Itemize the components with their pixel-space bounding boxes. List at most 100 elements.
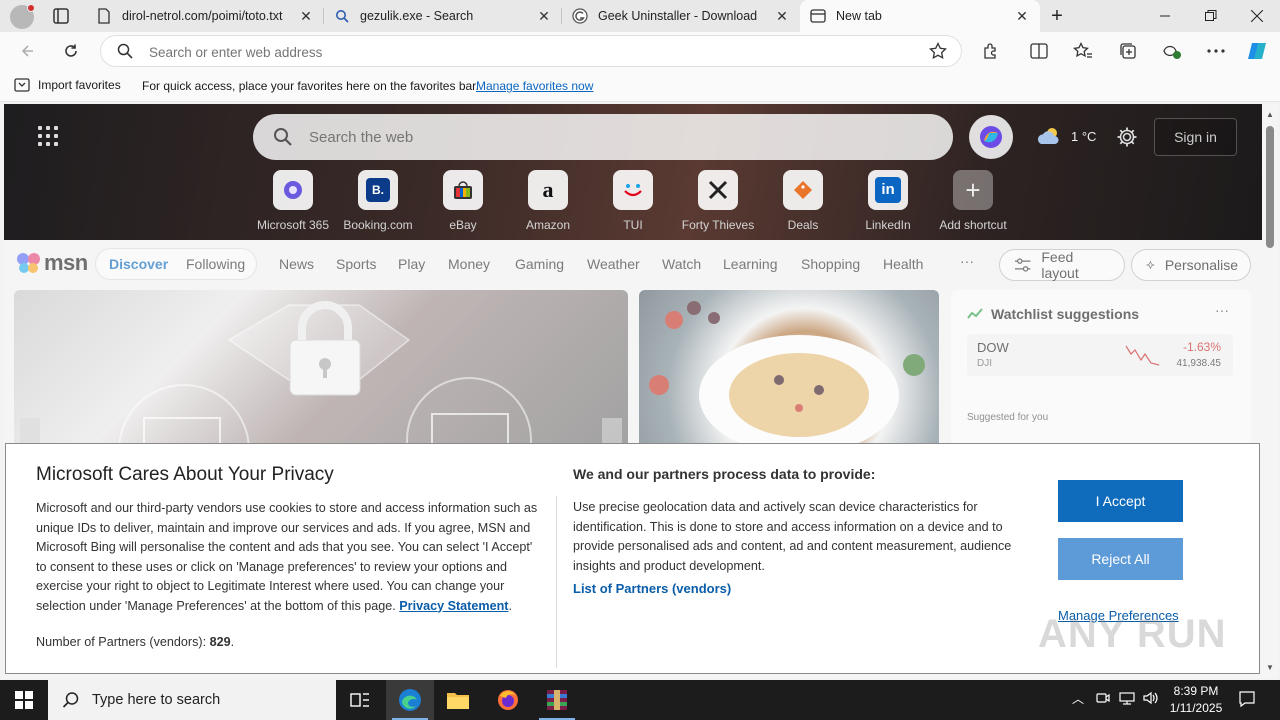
nav-gaming[interactable]: Gaming bbox=[515, 256, 564, 272]
tab-gezulik-search[interactable]: gezulik.exe - Search ✕ bbox=[324, 0, 562, 32]
close-tab-icon[interactable]: ✕ bbox=[774, 8, 790, 24]
shortcut-booking[interactable]: B. Booking.com bbox=[338, 170, 418, 232]
shortcut-linkedin[interactable]: in LinkedIn bbox=[848, 170, 928, 232]
collections-icon[interactable] bbox=[1117, 40, 1139, 62]
shortcut-microsoft-365[interactable]: Microsoft 365 bbox=[253, 170, 333, 232]
task-view-button[interactable] bbox=[336, 680, 384, 720]
close-window-button[interactable] bbox=[1234, 0, 1280, 32]
privacy-statement-link[interactable]: Privacy Statement bbox=[399, 599, 508, 613]
taskbar-winrar[interactable] bbox=[533, 680, 581, 720]
more-menu-icon[interactable] bbox=[1205, 40, 1227, 62]
refresh-icon bbox=[65, 44, 77, 57]
notifications-icon[interactable] bbox=[1238, 690, 1256, 711]
shortcut-label: Deals bbox=[787, 218, 819, 232]
manage-favorites-link[interactable]: Manage favorites now bbox=[476, 79, 593, 93]
sign-in-button[interactable]: Sign in bbox=[1154, 118, 1237, 156]
feed-layout-button[interactable]: Feed layout bbox=[999, 249, 1125, 281]
tab-geek-uninstaller[interactable]: Geek Uninstaller - Download ✕ bbox=[562, 0, 800, 32]
list-partners-link[interactable]: List of Partners (vendors) bbox=[573, 581, 731, 596]
minimize-button[interactable] bbox=[1142, 0, 1188, 32]
anyrun-watermark: ANY RUN bbox=[1038, 612, 1227, 656]
apps-launcher-icon[interactable] bbox=[38, 126, 58, 146]
task-view-icon bbox=[350, 693, 369, 707]
scroll-thumb[interactable] bbox=[1266, 126, 1274, 248]
favorites-icon[interactable] bbox=[1072, 40, 1094, 62]
feed-toggle: Discover Following bbox=[95, 248, 257, 280]
page-settings-icon[interactable] bbox=[1116, 126, 1138, 153]
tab-title: dirol-netrol.com/poimi/toto.txt bbox=[122, 9, 283, 23]
tab-actions-icon[interactable] bbox=[50, 6, 72, 26]
stock-row-dow[interactable]: DOW DJI -1.63% 41,938.45 bbox=[967, 334, 1233, 376]
meet-now-icon[interactable] bbox=[1096, 691, 1110, 708]
tab-strip: dirol-netrol.com/poimi/toto.txt ✕ gezuli… bbox=[0, 0, 1280, 32]
reject-all-button[interactable]: Reject All bbox=[1058, 538, 1183, 580]
privacy-body: Microsoft and our third-party vendors us… bbox=[36, 501, 538, 613]
accept-button[interactable]: I Accept bbox=[1058, 480, 1183, 522]
food-article-card[interactable] bbox=[639, 290, 939, 450]
taskbar-search-box[interactable]: Type here to search bbox=[48, 680, 336, 720]
close-tab-icon[interactable]: ✕ bbox=[536, 8, 552, 24]
back-button[interactable] bbox=[12, 36, 42, 66]
web-search-box[interactable] bbox=[253, 114, 953, 160]
close-tab-icon[interactable]: ✕ bbox=[1014, 8, 1030, 24]
restore-button[interactable] bbox=[1188, 0, 1234, 32]
shortcut-label: TUI bbox=[623, 218, 643, 232]
nav-play[interactable]: Play bbox=[398, 256, 425, 272]
page-scrollbar[interactable]: ▲ ▼ bbox=[1262, 104, 1278, 678]
nav-more-icon[interactable]: ··· bbox=[960, 253, 974, 269]
copilot-icon[interactable] bbox=[1246, 40, 1268, 62]
tab-toto-txt[interactable]: dirol-netrol.com/poimi/toto.txt ✕ bbox=[86, 0, 324, 32]
nav-news[interactable]: News bbox=[279, 256, 314, 272]
system-clock[interactable]: 8:39 PM 1/11/2025 bbox=[1166, 683, 1226, 717]
extensions-icon[interactable] bbox=[980, 40, 1002, 62]
weather-widget[interactable]: 1 °C bbox=[1037, 126, 1096, 146]
msn-logo[interactable]: msn bbox=[16, 250, 88, 276]
shortcut-ebay[interactable]: eBay bbox=[423, 170, 503, 232]
shortcut-tui[interactable]: TUI bbox=[593, 170, 673, 232]
web-search-input[interactable] bbox=[309, 126, 909, 148]
new-tab-button[interactable]: + bbox=[1046, 5, 1068, 27]
tab-discover[interactable]: Discover bbox=[109, 256, 168, 272]
nav-sports[interactable]: Sports bbox=[336, 256, 376, 272]
copilot-button[interactable] bbox=[969, 115, 1013, 159]
nav-shopping[interactable]: Shopping bbox=[801, 256, 860, 272]
volume-icon[interactable] bbox=[1143, 691, 1159, 708]
show-hidden-icons[interactable]: ︿ bbox=[1072, 690, 1084, 707]
nav-money[interactable]: Money bbox=[448, 256, 490, 272]
tab-new-tab[interactable]: New tab ✕ bbox=[800, 0, 1040, 32]
taskbar-firefox[interactable] bbox=[484, 680, 532, 720]
shortcut-add[interactable]: + Add shortcut bbox=[933, 170, 1013, 232]
split-screen-icon[interactable] bbox=[1028, 40, 1050, 62]
refresh-button[interactable] bbox=[56, 36, 86, 66]
nav-watch[interactable]: Watch bbox=[662, 256, 701, 272]
taskbar-edge[interactable] bbox=[386, 680, 434, 720]
scroll-up-icon[interactable]: ▲ bbox=[1266, 110, 1274, 119]
process-title: We and our partners process data to prov… bbox=[573, 466, 876, 482]
personalise-button[interactable]: Personalise bbox=[1131, 249, 1251, 281]
featured-article-card[interactable] bbox=[14, 290, 628, 450]
plus-icon: + bbox=[953, 170, 993, 210]
taskbar-file-explorer[interactable] bbox=[434, 680, 482, 720]
favorite-star-icon[interactable] bbox=[929, 41, 947, 65]
feed-layout-label: Feed layout bbox=[1041, 249, 1079, 281]
shortcut-forty-thieves[interactable]: Forty Thieves bbox=[678, 170, 758, 232]
shortcut-amazon[interactable]: a Amazon bbox=[508, 170, 588, 232]
address-bar[interactable] bbox=[100, 35, 962, 67]
tab-following[interactable]: Following bbox=[186, 256, 245, 272]
scroll-down-icon[interactable]: ▼ bbox=[1266, 663, 1274, 672]
start-button[interactable] bbox=[0, 680, 48, 720]
nav-weather[interactable]: Weather bbox=[587, 256, 640, 272]
watchlist-more-icon[interactable]: ··· bbox=[1215, 302, 1229, 318]
new-tab-page-icon bbox=[810, 8, 826, 24]
deals-icon bbox=[783, 170, 823, 210]
profile-avatar[interactable] bbox=[10, 4, 35, 29]
nav-health[interactable]: Health bbox=[883, 256, 923, 272]
address-input[interactable] bbox=[149, 41, 909, 63]
network-icon[interactable] bbox=[1119, 691, 1135, 708]
shortcut-deals[interactable]: Deals bbox=[763, 170, 843, 232]
close-tab-icon[interactable]: ✕ bbox=[298, 8, 314, 24]
browser-essentials-icon[interactable] bbox=[1161, 40, 1183, 62]
nav-learning[interactable]: Learning bbox=[723, 256, 778, 272]
import-favorites-button[interactable]: Import favorites bbox=[14, 78, 121, 92]
watchlist-title: Watchlist suggestions bbox=[991, 306, 1140, 322]
